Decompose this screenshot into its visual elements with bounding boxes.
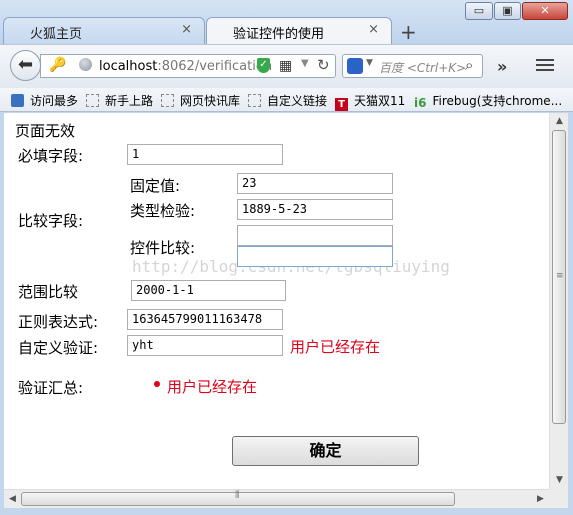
dropdown-icon[interactable]: ▼ [301, 58, 309, 69]
type-check-label: 类型检验: [130, 202, 196, 220]
key-icon[interactable]: 🔑 [49, 57, 66, 73]
range-compare-input[interactable]: 2000-1-1 [131, 280, 286, 301]
page-content: http://blog.csdn.net/tgbsqliuying 页面无效 必… [4, 113, 549, 489]
shield-icon[interactable]: ✓ [257, 58, 270, 73]
submit-button[interactable]: 确定 [232, 436, 419, 466]
dashed-page-icon [161, 94, 174, 107]
type-check-input[interactable]: 1889-5-23 [237, 199, 393, 220]
bookmark-tmall[interactable]: T 天猫双11 [335, 92, 405, 111]
bookmarks-bar: 访问最多 新手上路 网页快讯库 自定义链接 T 天猫双11 i6 Firebug(支… [0, 88, 573, 112]
tab-verification[interactable]: 验证控件的使用 × [206, 17, 392, 44]
bullet-icon [154, 381, 160, 387]
overflow-icon[interactable]: » [497, 57, 507, 76]
tab-label: 火狐主页 [30, 27, 83, 42]
menu-icon[interactable] [536, 56, 554, 74]
reload-icon[interactable]: ↻ [317, 56, 330, 74]
bookmark-label: 新手上路 [105, 94, 154, 108]
search-bar[interactable]: 🐾 ▼ 百度 <Ctrl+K> ⌕ [342, 54, 483, 78]
control-compare-input-a[interactable] [237, 225, 393, 246]
bookmark-web-slices[interactable]: 网页快讯库 [161, 92, 240, 109]
url-path: :8062/verification [157, 59, 273, 74]
bookmark-most-visited[interactable]: 访问最多 [11, 92, 78, 109]
summary-error-item: 用户已经存在 [167, 378, 258, 396]
bookmark-icon [11, 94, 24, 107]
url-host: localhost [99, 59, 158, 74]
back-button[interactable]: ⬅ [10, 50, 41, 81]
window-frame [0, 508, 573, 515]
bookmark-firebug[interactable]: i6 Firebug(支持chrome... [414, 92, 563, 110]
bookmark-getting-started[interactable]: 新手上路 [86, 92, 153, 109]
maximize-button[interactable]: ▣ [494, 2, 521, 20]
search-input[interactable]: 百度 <Ctrl+K> [379, 59, 466, 76]
summary-label: 验证汇总: [18, 379, 84, 397]
horizontal-scroll-thumb[interactable]: ⦀ [21, 490, 455, 506]
globe-icon[interactable] [79, 58, 92, 71]
firebug-icon: i6 [414, 96, 427, 110]
scroll-up-icon[interactable]: ▲ [550, 113, 569, 130]
search-icon[interactable]: ⌕ [465, 56, 473, 74]
scroll-down-icon[interactable]: ▼ [550, 472, 569, 489]
custom-validate-error: 用户已经存在 [290, 338, 381, 356]
url-bar[interactable]: 🔑 localhost:8062/verification ✓ ▦ ▼ ↻ [40, 54, 336, 78]
scroll-right-icon[interactable]: ▶ [532, 490, 549, 509]
custom-validate-label: 自定义验证: [18, 339, 99, 357]
bookmark-label: 网页快讯库 [180, 94, 241, 108]
dashed-page-icon [248, 94, 261, 107]
compare-field-label: 比较字段: [18, 212, 84, 230]
tab-close-icon[interactable]: × [368, 22, 379, 37]
bookmark-label: 天猫双11 [354, 94, 406, 108]
control-compare-label: 控件比较: [130, 239, 196, 257]
qr-code-icon[interactable]: ▦ [279, 58, 292, 74]
tmall-icon: T [335, 98, 348, 111]
bookmark-label: 访问最多 [30, 94, 79, 108]
required-field-label: 必填字段: [18, 147, 84, 165]
tab-firefox-home[interactable]: 火狐主页 × [3, 17, 205, 44]
chevron-down-icon[interactable]: ▼ [366, 58, 373, 68]
control-compare-input-b[interactable] [237, 246, 393, 267]
required-field-input[interactable]: 1 [127, 144, 283, 165]
new-tab-button[interactable]: + [400, 20, 417, 44]
regex-label: 正则表达式: [18, 313, 99, 331]
vertical-scroll-thumb[interactable]: ≡ [552, 130, 566, 424]
grip-icon: ⦀ [235, 490, 240, 501]
regex-input[interactable]: 163645799011163478 [127, 309, 283, 330]
minimize-button[interactable]: ▭ [465, 2, 493, 20]
dashed-page-icon [86, 94, 99, 107]
bookmark-label: Firebug(支持chrome... [432, 94, 563, 108]
scrollbar-corner [549, 489, 568, 508]
tab-close-icon[interactable]: × [181, 22, 192, 37]
fixed-value-input[interactable]: 23 [237, 173, 393, 194]
tab-label: 验证控件的使用 [233, 27, 325, 42]
range-compare-label: 范围比较 [18, 283, 79, 301]
grip-icon: ≡ [556, 271, 564, 281]
url-text[interactable]: localhost:8062/verification [99, 59, 272, 74]
window-close-button[interactable]: ✕ [522, 2, 568, 20]
bookmark-label: 自定义链接 [267, 94, 328, 108]
bookmark-custom-links[interactable]: 自定义链接 [248, 92, 327, 109]
fixed-value-label: 固定值: [130, 177, 181, 195]
baidu-icon[interactable]: 🐾 [347, 58, 363, 74]
vertical-scrollbar[interactable]: ▲ ≡ ▼ [549, 113, 568, 489]
custom-validate-input[interactable]: yht [127, 335, 283, 356]
scroll-left-icon[interactable]: ◀ [4, 490, 21, 509]
page-invalid-label: 页面无效 [15, 122, 76, 140]
horizontal-scrollbar[interactable]: ◀ ⦀ ▶ [4, 489, 549, 508]
